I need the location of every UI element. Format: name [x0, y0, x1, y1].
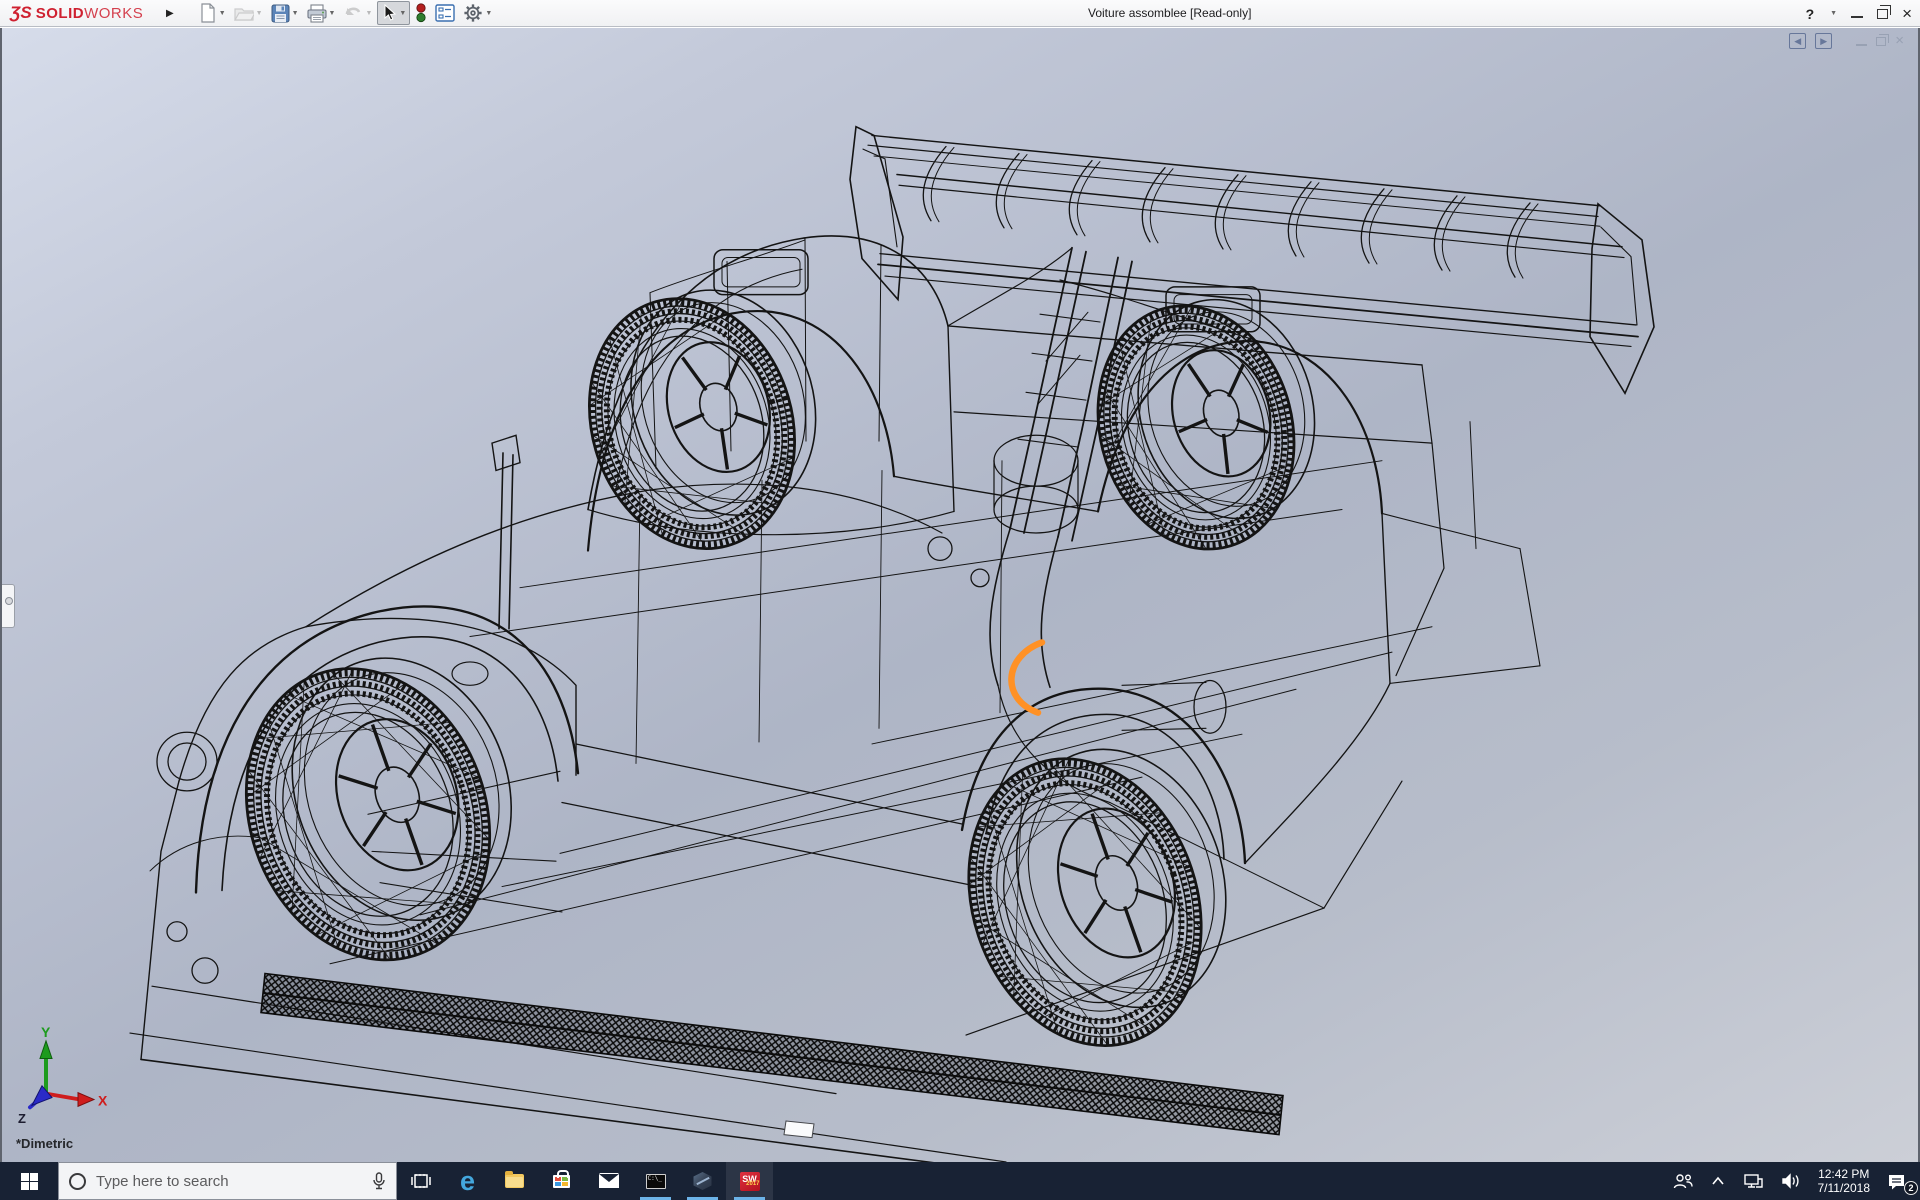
wireframe-car-model[interactable]: Y X Z — [0, 28, 1920, 1162]
people-icon — [1673, 1173, 1693, 1189]
front-grille-mesh[interactable] — [261, 973, 1283, 1134]
save-icon — [271, 4, 290, 23]
help-button[interactable]: ? — [1806, 6, 1815, 22]
dropdown-caret-icon[interactable]: ▼ — [365, 10, 372, 17]
taskbar-app-edrawings[interactable] — [679, 1162, 726, 1200]
people-button[interactable] — [1664, 1162, 1702, 1200]
task-view-icon — [411, 1173, 431, 1189]
document-window-controls: ◀ ▶ × — [1789, 33, 1904, 49]
doc-restore-button[interactable] — [1876, 37, 1886, 46]
windows-taskbar: Type here to search e C:\_ SW 2017 — [0, 1162, 1920, 1200]
graphics-viewport[interactable]: Y X Z ◀ ▶ × *Dimetric — [0, 28, 1920, 1162]
help-dropdown-caret-icon[interactable]: ▼ — [1830, 10, 1837, 17]
solidworks-2017-icon: SW 2017 — [740, 1172, 760, 1191]
select-tool-button[interactable]: ▼ — [377, 1, 410, 25]
solidworks-brand-text: SOLIDWORKS — [36, 5, 144, 22]
open-button[interactable]: ▼ — [231, 1, 266, 25]
main-toolbar: ▼ ▼ ▼ ▼ ▼ ▼ ▼ — [196, 1, 496, 25]
restore-button[interactable] — [1877, 9, 1888, 19]
taskbar-app-edge[interactable]: e — [444, 1162, 491, 1200]
undo-button[interactable]: ▼ — [340, 1, 375, 25]
search-placeholder: Type here to search — [96, 1173, 362, 1190]
document-title: Voiture assomblee [Read-only] — [1088, 0, 1251, 27]
gear-icon — [463, 3, 483, 23]
brand-light: WORKS — [84, 5, 143, 22]
system-tray: 12:42 PM 7/11/2018 2 — [1664, 1162, 1920, 1200]
command-prompt-icon: C:\_ — [646, 1174, 666, 1189]
hidden-icons-button[interactable] — [1702, 1162, 1734, 1200]
minimize-button[interactable] — [1851, 16, 1863, 18]
edge-icon: e — [460, 1168, 475, 1195]
solidworks-logo-icon: ƷS — [10, 3, 32, 23]
menu-flyout-arrow-icon[interactable]: ▶ — [166, 8, 174, 19]
design-table-icon — [435, 4, 455, 22]
splitter-fragment[interactable] — [784, 1121, 814, 1138]
print-button[interactable]: ▼ — [304, 1, 339, 25]
open-icon — [234, 4, 254, 22]
taskbar-app-file-explorer[interactable] — [491, 1162, 538, 1200]
taskbar-app-store[interactable] — [538, 1162, 585, 1200]
traffic-light-icon — [415, 3, 427, 23]
new-document-icon — [199, 3, 217, 23]
clock-date: 7/11/2018 — [1818, 1181, 1871, 1195]
window-controls: ? ▼ × — [1806, 0, 1912, 27]
axis-label-y: Y — [41, 1024, 50, 1040]
volume-button[interactable] — [1772, 1162, 1810, 1200]
axis-label-z: Z — [18, 1111, 26, 1126]
file-explorer-icon — [505, 1174, 524, 1188]
doc-close-button[interactable]: × — [1895, 34, 1904, 48]
solidworks-logo: ƷS SOLIDWORKS — [0, 3, 158, 23]
axis-label-x: X — [98, 1093, 108, 1109]
dropdown-caret-icon[interactable]: ▼ — [219, 10, 226, 17]
task-view-button[interactable] — [397, 1162, 444, 1200]
mail-icon — [599, 1174, 619, 1188]
save-button[interactable]: ▼ — [268, 1, 302, 25]
taskbar-app-command-prompt[interactable]: C:\_ — [632, 1162, 679, 1200]
start-button[interactable] — [0, 1162, 58, 1200]
previous-view-button[interactable]: ◀ — [1789, 33, 1806, 49]
network-icon — [1743, 1173, 1763, 1189]
doc-minimize-button[interactable] — [1856, 44, 1867, 46]
brand-bold: SOLID — [36, 5, 84, 22]
wheel-rear-right[interactable] — [1072, 280, 1343, 570]
dropdown-caret-icon[interactable]: ▼ — [485, 10, 492, 17]
taskbar-app-mail[interactable] — [585, 1162, 632, 1200]
dropdown-caret-icon[interactable]: ▼ — [256, 10, 263, 17]
store-icon — [553, 1175, 570, 1188]
view-orientation-label: *Dimetric — [16, 1136, 73, 1151]
wheel-front-right[interactable] — [932, 720, 1267, 1076]
feature-manager-collapsed-tab[interactable] — [2, 584, 15, 628]
new-document-button[interactable]: ▼ — [196, 1, 229, 25]
taskbar-clock[interactable]: 12:42 PM 7/11/2018 — [1810, 1162, 1879, 1200]
dropdown-caret-icon[interactable]: ▼ — [292, 10, 299, 17]
close-button[interactable]: × — [1902, 5, 1912, 22]
rebuild-button[interactable] — [412, 1, 430, 25]
app-titlebar: ƷS SOLIDWORKS ▶ ▼ ▼ ▼ ▼ ▼ ▼ — [0, 0, 1920, 27]
next-view-button[interactable]: ▶ — [1815, 33, 1832, 49]
network-button[interactable] — [1734, 1162, 1772, 1200]
notification-badge: 2 — [1904, 1181, 1918, 1195]
edrawings-icon — [693, 1172, 713, 1190]
volume-icon — [1781, 1173, 1801, 1189]
select-cursor-icon — [381, 4, 397, 22]
design-table-button[interactable] — [432, 1, 458, 25]
clock-time: 12:42 PM — [1818, 1167, 1871, 1181]
undo-icon — [343, 4, 363, 22]
chevron-up-icon — [1711, 1176, 1725, 1186]
sw-year: 2017 — [746, 1177, 759, 1192]
options-button[interactable]: ▼ — [460, 1, 495, 25]
search-input[interactable]: Type here to search — [58, 1162, 397, 1200]
action-center-button[interactable]: 2 — [1878, 1162, 1920, 1200]
orientation-triad: Y X Z — [18, 1024, 108, 1126]
windows-logo-icon — [21, 1173, 38, 1190]
taskbar-app-solidworks-2017[interactable]: SW 2017 — [726, 1162, 773, 1200]
print-icon — [307, 4, 327, 23]
dropdown-caret-icon[interactable]: ▼ — [399, 10, 406, 17]
microphone-icon[interactable] — [372, 1172, 386, 1190]
cortana-icon — [69, 1173, 86, 1190]
dropdown-caret-icon[interactable]: ▼ — [329, 10, 336, 17]
